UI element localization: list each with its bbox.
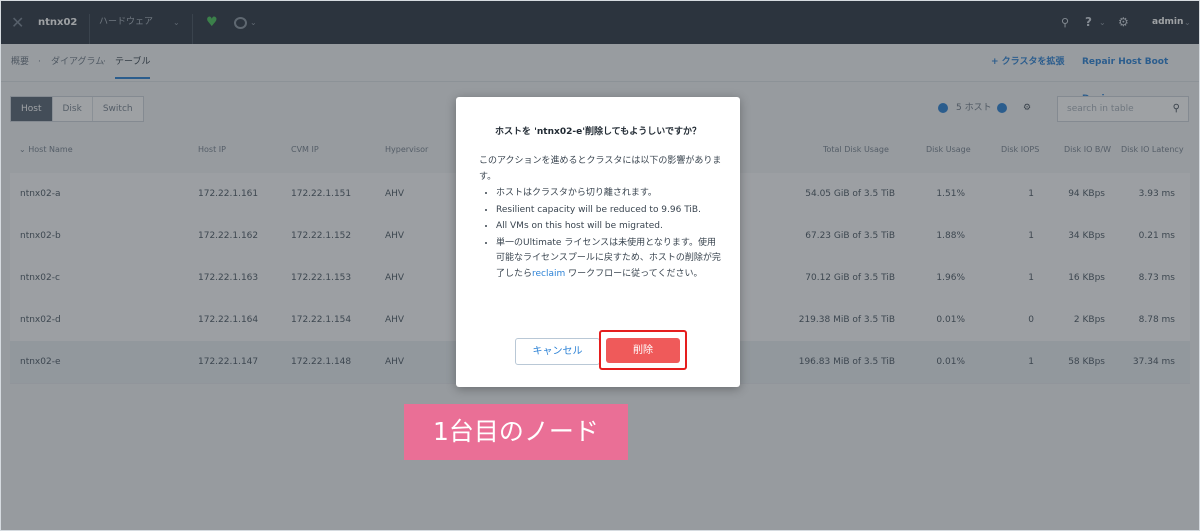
dialog-title: ホストを 'ntnx02-e'削除してもようしいですか？ xyxy=(495,127,701,137)
dialog-intro: このアクションを進めるとクラスタには以下の影響があります。 xyxy=(479,156,722,182)
annotation-label: 1台目のノード xyxy=(404,404,628,460)
delete-button[interactable]: 削除 xyxy=(606,338,680,363)
app-window: ✕ ntnx02 ハードウェア ⌄ ♥ ⌄ ⚲ ? ⌄ ⚙ admin ⌄ 概要… xyxy=(0,0,1200,531)
cancel-button[interactable]: キャンセル xyxy=(515,338,600,365)
reclaim-link[interactable]: reclaim xyxy=(532,269,565,279)
impact-item: ホストはクラスタから切り離されます。 xyxy=(496,186,724,202)
impact-list: ホストはクラスタから切り離されます。 Resilient capacity wi… xyxy=(479,186,724,282)
impact-item: Resilient capacity will be reduced to 9.… xyxy=(496,203,724,219)
impact-item: 単一のUltimate ライセンスは未使用となります。使用可能なライセンスプール… xyxy=(496,236,724,283)
impact-item: All VMs on this host will be migrated. xyxy=(496,219,724,235)
remove-host-dialog: ホストを 'ntnx02-e'削除してもようしいですか？ このアクションを進める… xyxy=(456,97,740,387)
dialog-body: このアクションを進めるとクラスタには以下の影響があります。 ホストはクラスタから… xyxy=(479,154,724,283)
